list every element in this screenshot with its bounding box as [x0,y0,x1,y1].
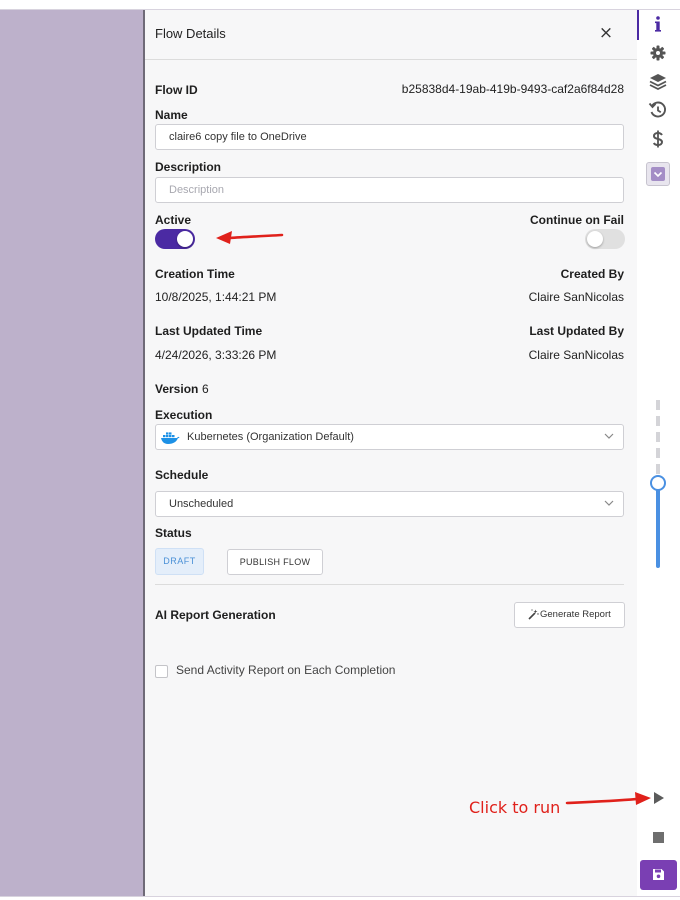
active-annotation-arrow [216,231,284,244]
created-by-label: Created By [560,267,624,281]
schedule-value: Unscheduled [169,498,234,510]
description-input[interactable] [155,177,624,203]
version-value: 6 [202,382,209,396]
ai-report-label: AI Report Generation [155,608,276,622]
toggle-knob [177,231,193,247]
top-window-strip [0,0,680,10]
stop-icon[interactable] [653,832,664,843]
canvas-backdrop [0,10,143,896]
continue-on-fail-label: Continue on Fail [530,213,624,227]
run-hint-annotation: Click to run [469,798,561,817]
close-button[interactable]: × [597,24,615,42]
section-divider [155,584,624,585]
name-label: Name [155,108,188,122]
status-badge: DRAFT [155,548,204,575]
toggle-knob [587,231,603,247]
generate-report-button[interactable]: Generate Report [514,602,625,628]
info-icon[interactable] [647,13,669,35]
execution-value: Kubernetes (Organization Default) [187,431,354,443]
save-icon [653,869,664,880]
created-by-value: Claire SanNicolas [528,290,624,304]
dollar-icon[interactable] [647,128,669,150]
magic-wand-icon [528,609,539,620]
creation-time-value: 10/8/2025, 1:44:21 PM [155,290,277,304]
last-updated-by-label: Last Updated By [529,324,624,338]
continue-on-fail-toggle[interactable] [585,229,625,249]
save-button[interactable] [640,860,677,890]
schedule-label: Schedule [155,468,209,482]
chevron-down-icon [604,433,614,439]
panel-header: Flow Details × [145,10,637,60]
last-updated-by-value: Claire SanNicolas [528,348,624,362]
execution-label: Execution [155,408,213,422]
name-input[interactable] [155,124,624,150]
schedule-select[interactable]: Unscheduled [155,491,624,517]
version-label: Version [155,382,199,396]
flow-id-label: Flow ID [155,83,198,97]
last-updated-time-value: 4/24/2026, 3:33:26 PM [155,348,277,362]
send-report-checkbox[interactable] [155,665,168,678]
active-label: Active [155,213,192,227]
flow-id-value: b25838d4-19ab-419b-9493-caf2a6f84d28 [401,82,624,96]
active-indicator [637,10,639,40]
generate-report-label: Generate Report [540,609,611,620]
history-icon[interactable] [647,99,669,121]
docker-icon [161,432,180,444]
last-updated-time-label: Last Updated Time [155,324,263,338]
status-label: Status [155,526,192,540]
publish-flow-button[interactable]: PUBLISH FLOW [227,549,323,575]
collapse-icon [651,167,665,181]
layers-icon[interactable] [647,71,669,93]
execution-select[interactable]: Kubernetes (Organization Default) [155,424,624,450]
right-toolbar [637,10,680,896]
description-label: Description [155,160,222,174]
zoom-slider-handle[interactable] [650,475,666,491]
bottom-window-strip [0,896,680,900]
active-toggle[interactable] [155,229,195,249]
send-report-label: Send Activity Report on Each Completion [176,663,396,677]
chevron-down-icon [604,500,614,506]
run-annotation-arrow [565,792,651,805]
creation-time-label: Creation Time [155,267,235,281]
gear-icon[interactable] [647,42,669,64]
collapse-toggle-button[interactable] [646,162,670,186]
panel-title: Flow Details [155,26,226,41]
flow-details-panel: Flow Details × Flow ID b25838d4-19ab-419… [143,10,637,896]
